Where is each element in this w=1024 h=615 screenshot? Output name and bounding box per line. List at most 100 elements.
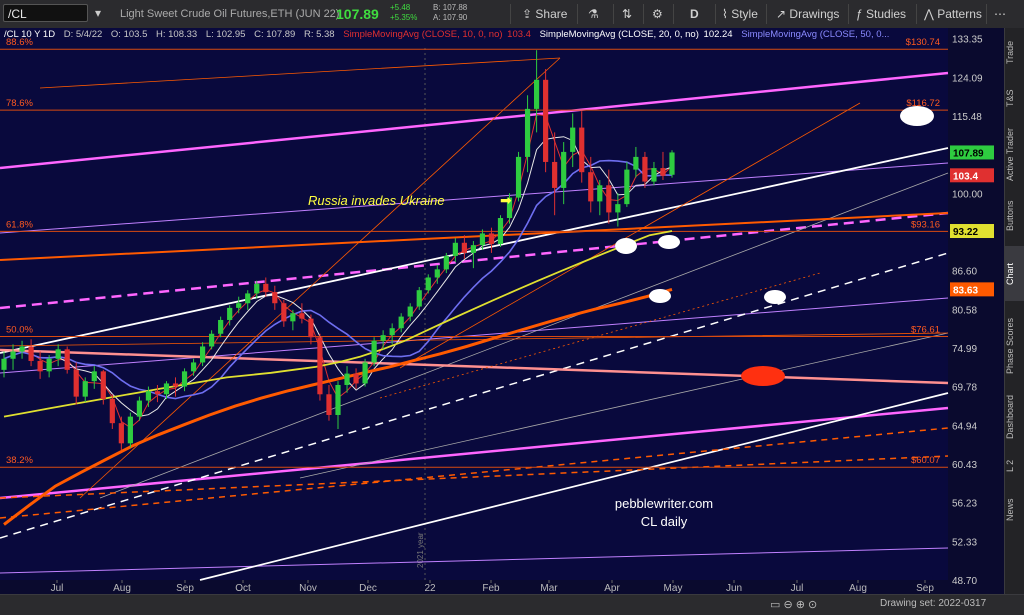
- style-label: Style: [731, 7, 758, 21]
- trend-line: [39, 57, 561, 89]
- legend-low: L: 102.95: [205, 29, 246, 40]
- compare-icon[interactable]: ⇅: [622, 7, 632, 21]
- price-tag-label: 103.4: [953, 171, 978, 182]
- marker-ellipse: [741, 366, 785, 386]
- candle-body: [651, 168, 657, 182]
- sidebar-tab-dashboard[interactable]: Dashboard: [1005, 392, 1024, 442]
- candle-body: [380, 335, 386, 341]
- legend-sma10-value: 103.4: [507, 29, 531, 40]
- candle-body: [615, 204, 621, 213]
- trend-line: [0, 547, 949, 574]
- sidebar-tab-l-2[interactable]: L 2: [1005, 448, 1024, 483]
- candle-body: [533, 79, 540, 109]
- legend-range: R: 5.38: [303, 29, 335, 40]
- period-button[interactable]: D: [690, 7, 699, 21]
- marker-ellipse: [658, 235, 680, 249]
- x-tick-label: Jun: [726, 583, 742, 594]
- price-tag-label: 93.22: [953, 227, 978, 238]
- studies-icon: ƒ: [856, 7, 863, 21]
- style-button[interactable]: ⌇ Style: [722, 7, 758, 21]
- legend-sma10[interactable]: SimpleMovingAvg (CLOSE, 10, 0, no): [343, 29, 502, 40]
- x-tick-label: Sep: [176, 583, 194, 594]
- x-tick-label: Jul: [791, 583, 804, 594]
- candle-body: [46, 358, 52, 372]
- trend-line: [79, 57, 561, 499]
- more-menu-icon[interactable]: ⋯: [994, 7, 1006, 21]
- price-change: +5.48 +5.35%: [390, 3, 417, 23]
- candle-body: [1, 358, 7, 370]
- fib-pct-label: 50.0%: [6, 324, 33, 335]
- candle-body: [416, 290, 422, 307]
- candle-body: [272, 292, 278, 304]
- sidebar-tab-t-s[interactable]: T&S: [1005, 78, 1024, 118]
- candle-body: [236, 303, 242, 308]
- share-label: Share: [535, 7, 568, 21]
- candle-body: [91, 371, 97, 382]
- candle-body: [254, 283, 260, 294]
- sidebar-tab-buttons[interactable]: Buttons: [1005, 188, 1024, 243]
- fib-price-label: $76.61: [911, 324, 940, 335]
- sidebar-tab-active-trader[interactable]: Active Trader: [1005, 124, 1024, 184]
- candle-body: [55, 349, 61, 359]
- year-marker-label: 2021 year: [416, 532, 425, 568]
- candle-body: [515, 156, 522, 198]
- candle-body: [218, 319, 224, 334]
- share-button[interactable]: ⇪ Share: [522, 7, 567, 21]
- sidebar-tab-chart[interactable]: Chart: [1005, 246, 1024, 301]
- symbol-dropdown-icon[interactable]: ▾: [91, 4, 105, 22]
- divider: [848, 4, 849, 24]
- candle-body: [10, 351, 16, 359]
- y-tick-label: 86.60: [952, 267, 977, 278]
- candle-body: [633, 156, 639, 170]
- top-toolbar: /CL ▾ Light Sweet Crude Oil Futures,ETH …: [0, 0, 1024, 29]
- y-tick-label: 64.94: [952, 421, 977, 432]
- drawings-button[interactable]: ↗ Drawings: [776, 7, 839, 21]
- divider: [643, 4, 644, 24]
- candle-body: [353, 373, 359, 384]
- marker-ellipse: [900, 106, 934, 126]
- candle-body: [335, 384, 341, 415]
- studies-button[interactable]: ƒ Studies: [856, 7, 906, 21]
- gear-icon[interactable]: ⚙: [652, 7, 663, 21]
- bottom-bar: ▭ ⊖ ⊕ ⊙: [0, 594, 1024, 615]
- bid: B: 107.88: [433, 3, 468, 12]
- flask-icon[interactable]: ⚗: [588, 7, 599, 21]
- sidebar-tab-news[interactable]: News: [1005, 490, 1024, 530]
- candle-body: [443, 255, 449, 270]
- y-tick-label: 115.48: [952, 112, 982, 123]
- y-tick-label: 52.33: [952, 537, 977, 548]
- x-tick-label: Aug: [113, 583, 131, 594]
- legend-date: D: 5/4/22: [63, 29, 103, 40]
- trend-lines: [0, 57, 949, 581]
- candle-body: [100, 371, 106, 399]
- sidebar-tab-phase-scores[interactable]: Phase Scores: [1005, 306, 1024, 386]
- candle-body: [73, 369, 79, 397]
- symbol-input[interactable]: /CL: [3, 4, 88, 22]
- sidebar-tab-trade[interactable]: Trade: [1005, 32, 1024, 72]
- legend-sma50[interactable]: SimpleMovingAvg (CLOSE, 50, 0...: [741, 29, 889, 40]
- zoom-controls[interactable]: ▭ ⊖ ⊕ ⊙: [770, 598, 817, 611]
- legend-sma20[interactable]: SimpleMovingAvg (CLOSE, 20, 0, no): [540, 29, 699, 40]
- x-tick-label: Nov: [299, 583, 317, 594]
- candle-body: [209, 333, 215, 347]
- trend-line: [0, 252, 949, 539]
- studies-label: Studies: [866, 7, 907, 21]
- candle-body: [552, 161, 558, 188]
- patterns-button[interactable]: ⋀ Patterns: [924, 7, 982, 21]
- drawings-label: Drawings: [789, 7, 840, 21]
- candle-body: [479, 233, 486, 246]
- candle-body: [425, 277, 431, 291]
- drawings-icon: ↗: [776, 7, 787, 21]
- ask: A: 107.90: [433, 13, 468, 22]
- candle-body: [28, 346, 34, 361]
- candle-body: [172, 383, 179, 387]
- legend-high: H: 108.33: [156, 29, 198, 40]
- candle-body: [136, 400, 143, 417]
- fib-pct-label: 61.8%: [6, 219, 33, 230]
- y-tick-label: 69.78: [952, 383, 977, 394]
- candle-body: [561, 151, 567, 188]
- patterns-label: Patterns: [937, 7, 982, 21]
- candle-body: [118, 423, 124, 444]
- x-tick-label: Dec: [359, 583, 377, 594]
- y-tick-label: 74.99: [952, 344, 977, 355]
